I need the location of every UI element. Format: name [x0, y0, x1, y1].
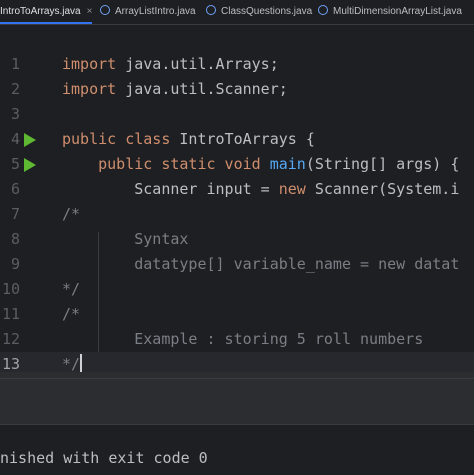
code-token: java.util.Scanner;	[116, 80, 288, 98]
code-line[interactable]: 5 public static void main(String[] args)…	[0, 152, 474, 177]
code-text: Scanner input = new Scanner(System.i	[62, 177, 459, 202]
line-number[interactable]: 5	[0, 152, 20, 177]
code-token: Scanner input =	[62, 180, 279, 198]
java-class-icon	[318, 5, 328, 15]
code-line[interactable]: 8 Syntax	[0, 227, 474, 252]
code-line[interactable]: 3	[0, 102, 474, 127]
code-token: (String[] args) {	[305, 155, 460, 173]
code-editor[interactable]: 1 import java.util.Arrays; 2 import java.ut…	[0, 50, 474, 407]
code-token: java.util.Arrays;	[116, 55, 279, 73]
line-number[interactable]: 10	[0, 277, 20, 302]
line-number[interactable]: 12	[0, 327, 20, 352]
code-token: */	[62, 355, 81, 373]
code-text: /*	[62, 302, 80, 327]
code-text: datatype[] variable_name = new datat	[62, 252, 459, 277]
editor-tab-bar: IntroToArrays.java × ArrayListIntro.java …	[0, 0, 474, 25]
tab-label: MultiDimensionArrayList.java	[333, 6, 462, 17]
run-gutter-icon[interactable]	[24, 133, 36, 147]
tab-array-list-intro[interactable]: ArrayListIntro.java	[100, 0, 196, 24]
line-number[interactable]: 2	[0, 77, 20, 102]
tab-label: IntroToArrays.java	[0, 6, 81, 17]
tab-intro-to-arrays[interactable]: IntroToArrays.java ×	[0, 0, 93, 24]
run-gutter-icon[interactable]	[24, 158, 36, 172]
run-console: nished with exit code 0	[0, 424, 474, 475]
tab-class-questions[interactable]: ClassQuestions.java	[206, 0, 312, 24]
code-text: */	[62, 277, 80, 302]
code-token: Example : storing 5 roll numbers	[62, 330, 424, 348]
tab-multi-dimension-array-list[interactable]: MultiDimensionArrayList.java	[318, 0, 462, 24]
code-text: import java.util.Arrays;	[62, 52, 279, 77]
close-icon[interactable]: ×	[87, 6, 93, 17]
code-line[interactable]: 7 /*	[0, 202, 474, 227]
code-line[interactable]: 2 import java.util.Scanner;	[0, 77, 474, 102]
code-token: import	[62, 80, 117, 98]
code-line[interactable]: 9 datatype[] variable_name = new datat	[0, 252, 474, 277]
java-class-icon	[100, 5, 110, 15]
code-line[interactable]: 10 */	[0, 277, 474, 302]
code-token: main	[269, 155, 306, 173]
line-number[interactable]: 3	[0, 102, 20, 127]
code-token: */	[62, 280, 81, 298]
code-text: Example : storing 5 roll numbers	[62, 327, 423, 352]
tab-label: ArrayListIntro.java	[115, 6, 196, 17]
text-caret	[80, 354, 83, 372]
code-line[interactable]: 12 Example : storing 5 roll numbers	[0, 327, 474, 352]
code-line[interactable]: 6 Scanner input = new Scanner(System.i	[0, 177, 474, 202]
code-token: public static void	[98, 155, 261, 173]
code-text: Syntax	[62, 227, 188, 252]
java-class-icon	[206, 5, 216, 15]
code-token: new	[278, 180, 306, 198]
code-token: import	[62, 55, 117, 73]
line-number[interactable]: 7	[0, 202, 20, 227]
code-line[interactable]: 4 public class IntroToArrays {	[0, 127, 474, 152]
code-line[interactable]: 11 /*	[0, 302, 474, 327]
tab-label: ClassQuestions.java	[221, 6, 313, 17]
code-text: import java.util.Scanner;	[62, 77, 288, 102]
line-number[interactable]: 1	[0, 52, 20, 77]
line-number[interactable]: 8	[0, 227, 20, 252]
panel-splitter[interactable]	[0, 378, 474, 425]
code-token: /*	[62, 305, 81, 323]
code-line[interactable]: 1 import java.util.Arrays;	[0, 52, 474, 77]
code-text: /*	[62, 202, 80, 227]
line-number[interactable]: 11	[0, 302, 20, 327]
code-token: IntroToArrays {	[170, 130, 315, 148]
code-token: /*	[62, 205, 81, 223]
console-output: nished with exit code 0	[0, 449, 208, 467]
line-number[interactable]: 6	[0, 177, 20, 202]
code-token: Scanner(System.i	[305, 180, 460, 198]
line-number[interactable]: 9	[0, 252, 20, 277]
code-token: public class	[62, 130, 171, 148]
code-token: Syntax	[62, 230, 189, 248]
code-token: datatype[] variable_name = new datat	[62, 255, 460, 273]
code-text: public static void main(String[] args) {	[62, 152, 459, 177]
line-number[interactable]: 4	[0, 127, 20, 152]
code-text: public class IntroToArrays {	[62, 127, 315, 152]
